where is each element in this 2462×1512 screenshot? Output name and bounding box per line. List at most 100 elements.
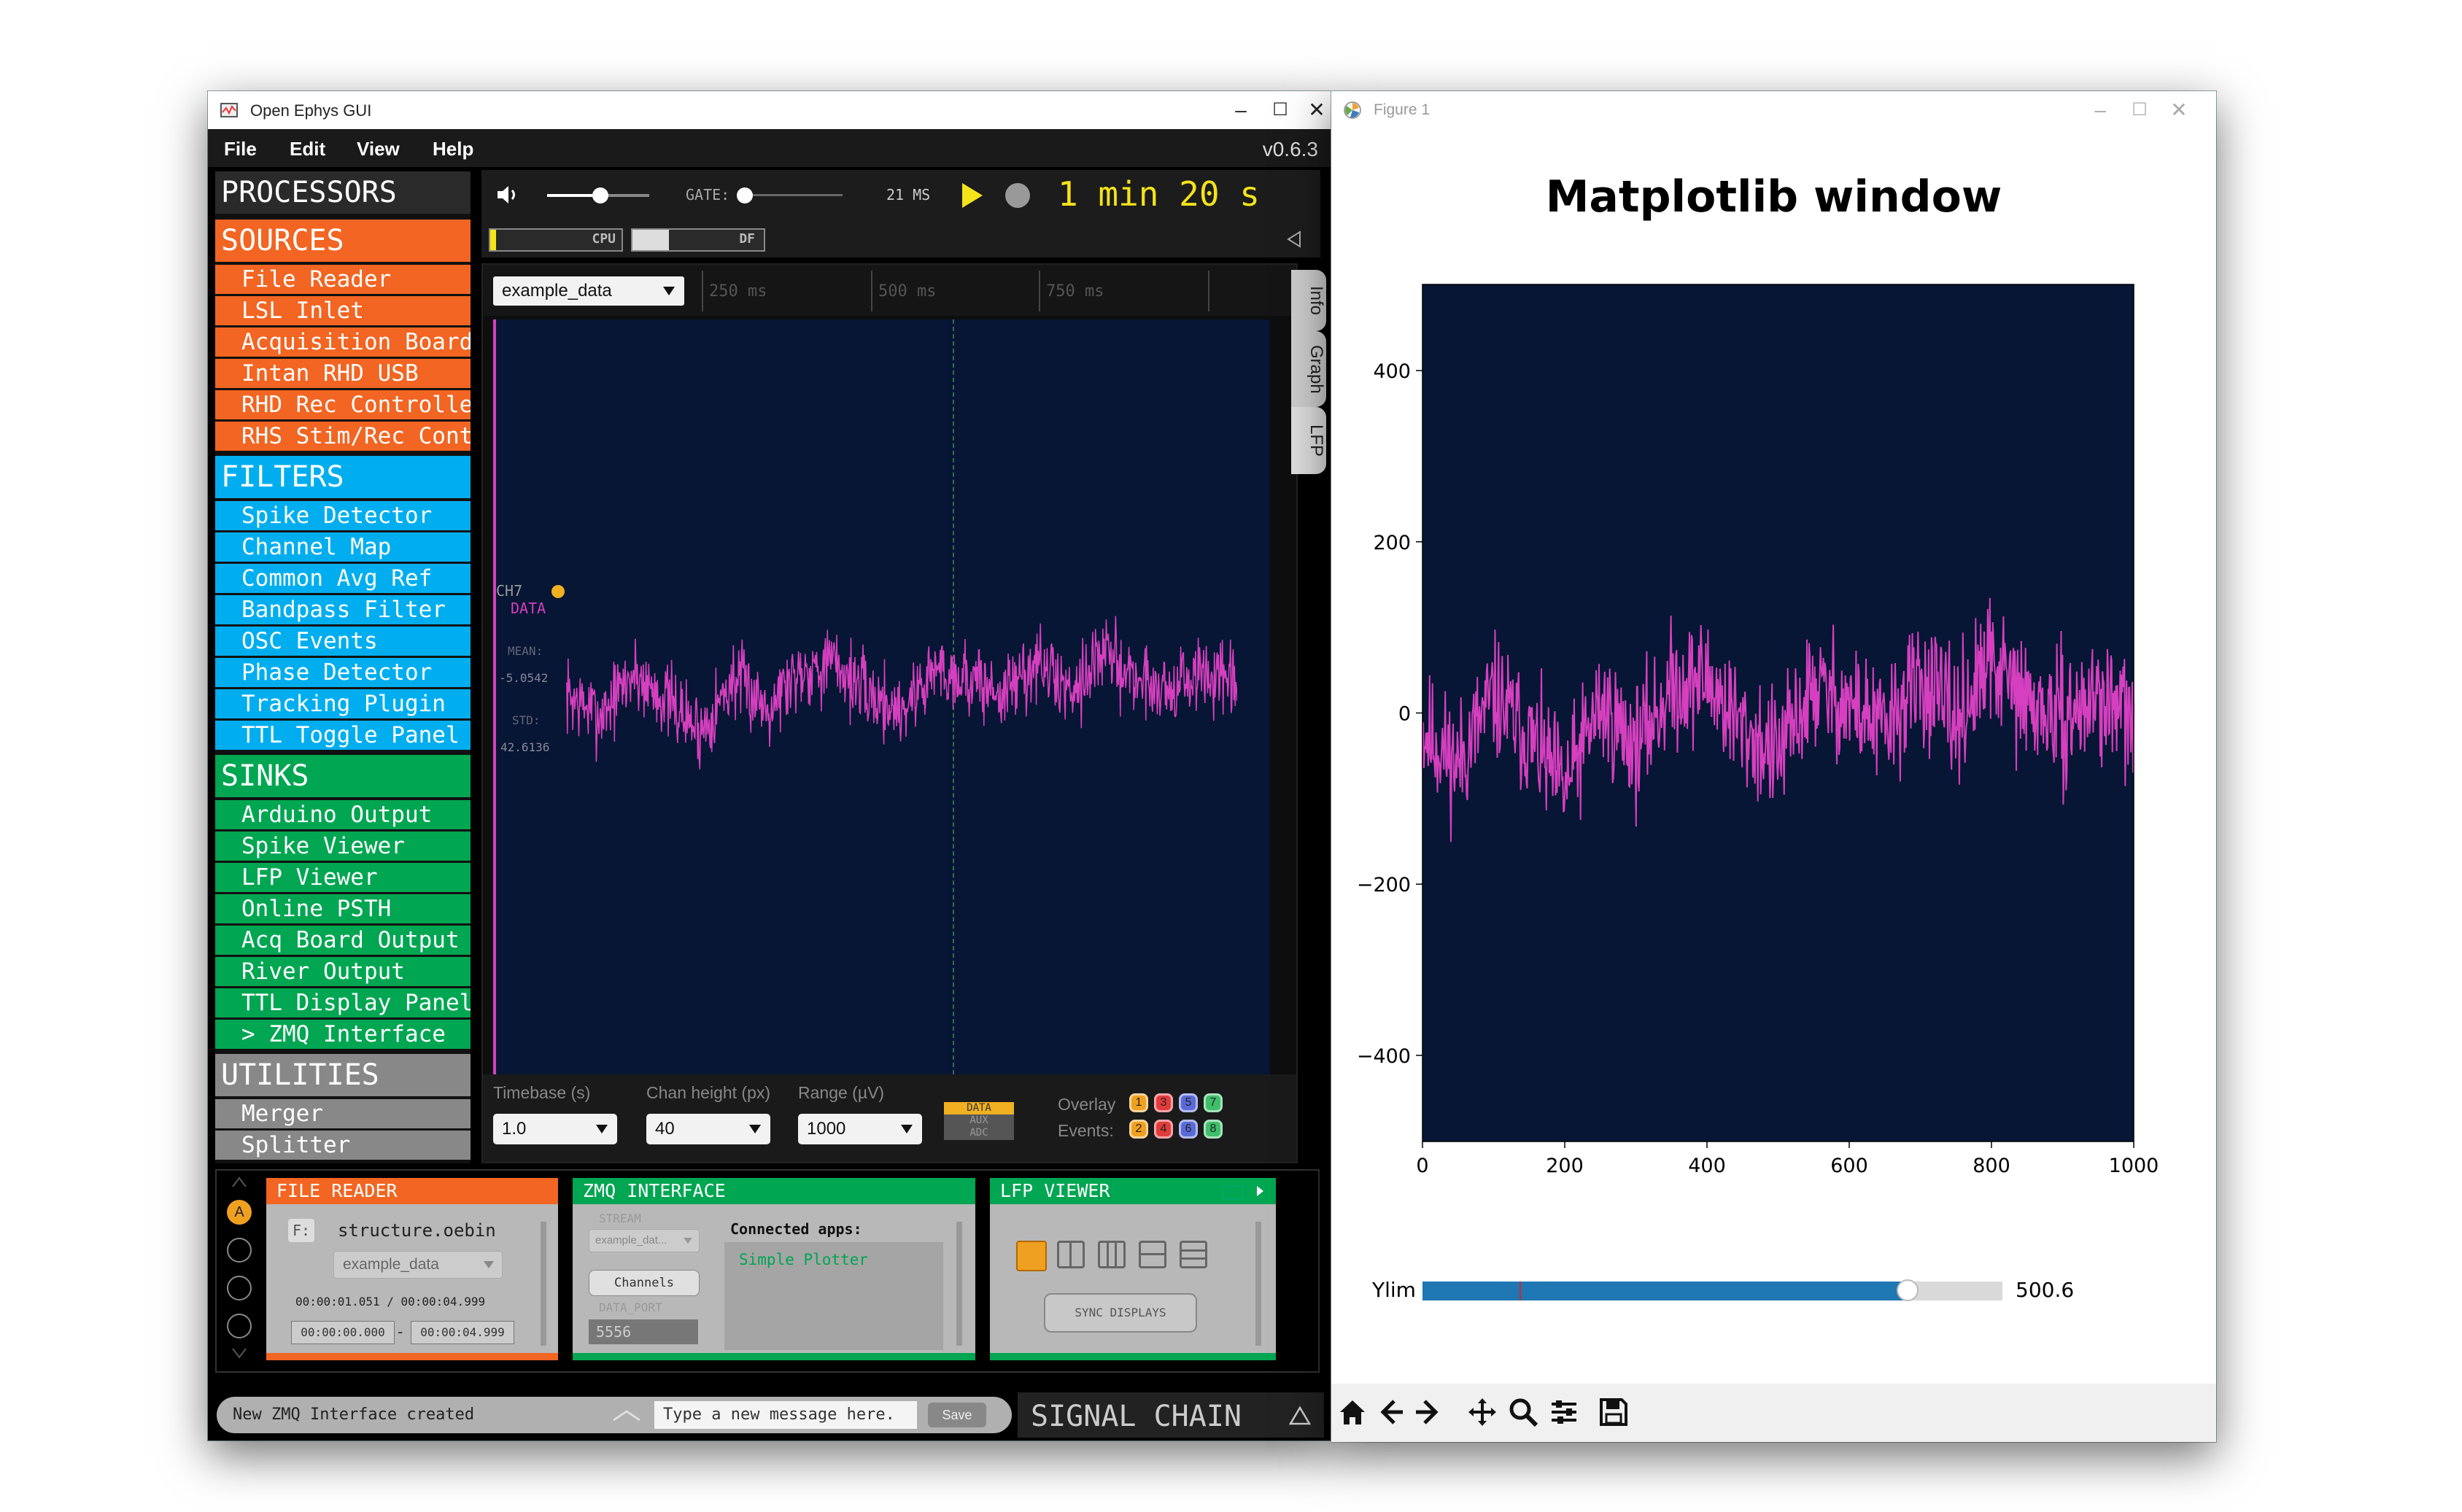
chain-down-arrow-icon[interactable] xyxy=(231,1347,247,1359)
connected-app-item[interactable]: Simple Plotter xyxy=(739,1251,868,1268)
data-type-toggle[interactable]: DATA AUX ADC xyxy=(944,1102,1014,1140)
event-channel-button[interactable]: 3 xyxy=(1154,1093,1173,1112)
tab-info[interactable]: Info xyxy=(1291,270,1326,331)
lfp-viewer-editor[interactable]: LFP VIEWER SYNC DISPLAYS xyxy=(990,1178,1276,1360)
forward-icon[interactable] xyxy=(1412,1395,1445,1429)
data-toggle-data[interactable]: DATA xyxy=(944,1102,1014,1114)
processor-item[interactable]: Splitter xyxy=(215,1131,471,1160)
ylim-slider[interactable] xyxy=(1422,1279,2002,1301)
processor-item[interactable]: OSC Events xyxy=(215,627,471,656)
window-icon[interactable] xyxy=(1222,1185,1244,1200)
message-history-icon[interactable] xyxy=(611,1407,643,1423)
save-message-button[interactable]: Save xyxy=(928,1403,986,1427)
tab-graph[interactable]: Graph xyxy=(1291,331,1326,407)
processor-item[interactable]: File Reader xyxy=(215,265,471,294)
data-port-field[interactable]: 5556 xyxy=(589,1319,698,1344)
layout-three-row-button[interactable] xyxy=(1180,1241,1207,1268)
event-channel-button[interactable]: 8 xyxy=(1204,1120,1223,1139)
processor-item[interactable]: > ZMQ Interface xyxy=(215,1020,471,1049)
layout-two-row-button[interactable] xyxy=(1139,1241,1166,1268)
processor-item[interactable]: Spike Detector xyxy=(215,501,471,530)
play-icon[interactable] xyxy=(1255,1185,1264,1197)
zmq-interface-editor[interactable]: ZMQ INTERFACE STREAM example_dat... Chan… xyxy=(573,1178,975,1360)
timebase-select[interactable]: 1.0 xyxy=(493,1114,617,1144)
processor-item[interactable]: Acq Board Output xyxy=(215,926,471,955)
stream-select[interactable]: example_data xyxy=(493,276,684,306)
processor-item[interactable]: River Output xyxy=(215,957,471,986)
processor-item[interactable]: Intan RHD USB xyxy=(215,359,471,388)
processor-item[interactable]: TTL Display Panel xyxy=(215,988,471,1017)
processor-item[interactable]: LFP Viewer xyxy=(215,863,471,892)
volume-slider-thumb[interactable] xyxy=(592,187,608,203)
minimize-button[interactable]: – xyxy=(1226,96,1255,125)
chain-tab-empty[interactable] xyxy=(227,1238,252,1263)
category-sources[interactable]: SOURCES xyxy=(215,220,471,262)
channel-name[interactable]: CH7 xyxy=(496,582,522,600)
processor-item[interactable]: Acquisition Board xyxy=(215,327,471,357)
menu-view[interactable]: View xyxy=(357,138,400,160)
layout-single-button[interactable] xyxy=(1016,1241,1047,1271)
event-channel-button[interactable]: 4 xyxy=(1154,1120,1173,1139)
configure-icon[interactable] xyxy=(1547,1395,1581,1429)
menu-file[interactable]: File xyxy=(224,138,257,160)
end-time-field[interactable]: 00:00:04.999 xyxy=(411,1321,514,1344)
chain-tab-a[interactable]: A xyxy=(227,1200,252,1225)
maximize-button[interactable]: ☐ xyxy=(1266,96,1295,125)
menu-help[interactable]: Help xyxy=(433,138,473,160)
sync-displays-button[interactable]: SYNC DISPLAYS xyxy=(1044,1293,1197,1333)
zoom-icon[interactable] xyxy=(1506,1395,1540,1429)
data-toggle-adc[interactable]: ADC xyxy=(944,1127,1014,1139)
layout-two-column-button[interactable] xyxy=(1057,1241,1085,1268)
save-icon[interactable] xyxy=(1597,1395,1630,1429)
event-channel-button[interactable]: 1 xyxy=(1129,1093,1148,1112)
category-filters[interactable]: FILTERS xyxy=(215,456,471,498)
gate-slider-thumb[interactable] xyxy=(737,187,753,203)
category-sinks[interactable]: SINKS xyxy=(215,755,471,797)
data-toggle-aux[interactable]: AUX xyxy=(944,1114,1014,1127)
collapse-arrow-icon[interactable] xyxy=(1285,230,1303,249)
event-channel-button[interactable]: 5 xyxy=(1179,1093,1198,1112)
home-icon[interactable] xyxy=(1336,1395,1369,1429)
event-channel-button[interactable]: 2 xyxy=(1129,1120,1148,1139)
processor-item[interactable]: Common Avg Ref xyxy=(215,564,471,593)
event-channel-button[interactable]: 7 xyxy=(1204,1093,1223,1112)
stream-selector[interactable]: example_data xyxy=(333,1251,503,1279)
message-input[interactable]: Type a new message here. xyxy=(654,1401,917,1429)
file-reader-editor[interactable]: FILE READER F: structure.oebin example_d… xyxy=(266,1178,558,1360)
oe-titlebar[interactable]: Open Ephys GUI – ☐ ✕ xyxy=(208,91,1331,129)
gate-slider[interactable] xyxy=(740,194,843,196)
back-icon[interactable] xyxy=(1374,1395,1407,1429)
processor-item[interactable]: TTL Toggle Panel xyxy=(215,721,471,750)
event-channel-button[interactable]: 6 xyxy=(1179,1120,1198,1139)
zmq-stream-select[interactable]: example_dat... xyxy=(589,1229,700,1252)
drive-button[interactable]: F: xyxy=(288,1219,314,1242)
ylim-slider-handle[interactable] xyxy=(1897,1279,1919,1301)
processor-item[interactable]: Merger xyxy=(215,1099,471,1128)
play-icon[interactable] xyxy=(959,182,984,209)
processor-item[interactable]: Phase Detector xyxy=(215,658,471,687)
menu-edit[interactable]: Edit xyxy=(290,138,325,160)
chain-tab-empty[interactable] xyxy=(227,1314,252,1338)
clock-display[interactable]: 1 min 20 s xyxy=(1058,174,1260,214)
mpl-chart[interactable]: 0 200 400 600 800 1000 400 200 0 −200 −400 xyxy=(1331,91,2216,1384)
close-button[interactable]: ✕ xyxy=(1302,96,1331,125)
volume-icon[interactable] xyxy=(495,183,521,206)
category-utilities[interactable]: UTILITIES xyxy=(215,1054,471,1096)
editor-scrollbar[interactable] xyxy=(541,1222,546,1346)
layout-three-column-button[interactable] xyxy=(1098,1241,1126,1268)
processor-item[interactable]: Online PSTH xyxy=(215,894,471,923)
processor-item[interactable]: Tracking Plugin xyxy=(215,689,471,718)
processor-item[interactable]: LSL Inlet xyxy=(215,296,471,325)
editor-scrollbar[interactable] xyxy=(1255,1222,1261,1346)
chan-height-select[interactable]: 40 xyxy=(646,1114,770,1144)
processor-item[interactable]: Arduino Output xyxy=(215,800,471,829)
start-time-field[interactable]: 00:00:00.000 xyxy=(291,1321,395,1344)
range-select[interactable]: 1000 xyxy=(798,1114,922,1144)
record-button[interactable] xyxy=(1005,183,1030,208)
processor-item[interactable]: RHD Rec Controller xyxy=(215,390,471,419)
pan-icon[interactable] xyxy=(1466,1395,1499,1429)
processor-item[interactable]: RHS Stim/Rec Controller xyxy=(215,422,471,451)
channels-button[interactable]: Channels xyxy=(589,1270,700,1296)
chain-up-arrow-icon[interactable] xyxy=(231,1176,247,1188)
chain-tab-empty[interactable] xyxy=(227,1276,252,1300)
